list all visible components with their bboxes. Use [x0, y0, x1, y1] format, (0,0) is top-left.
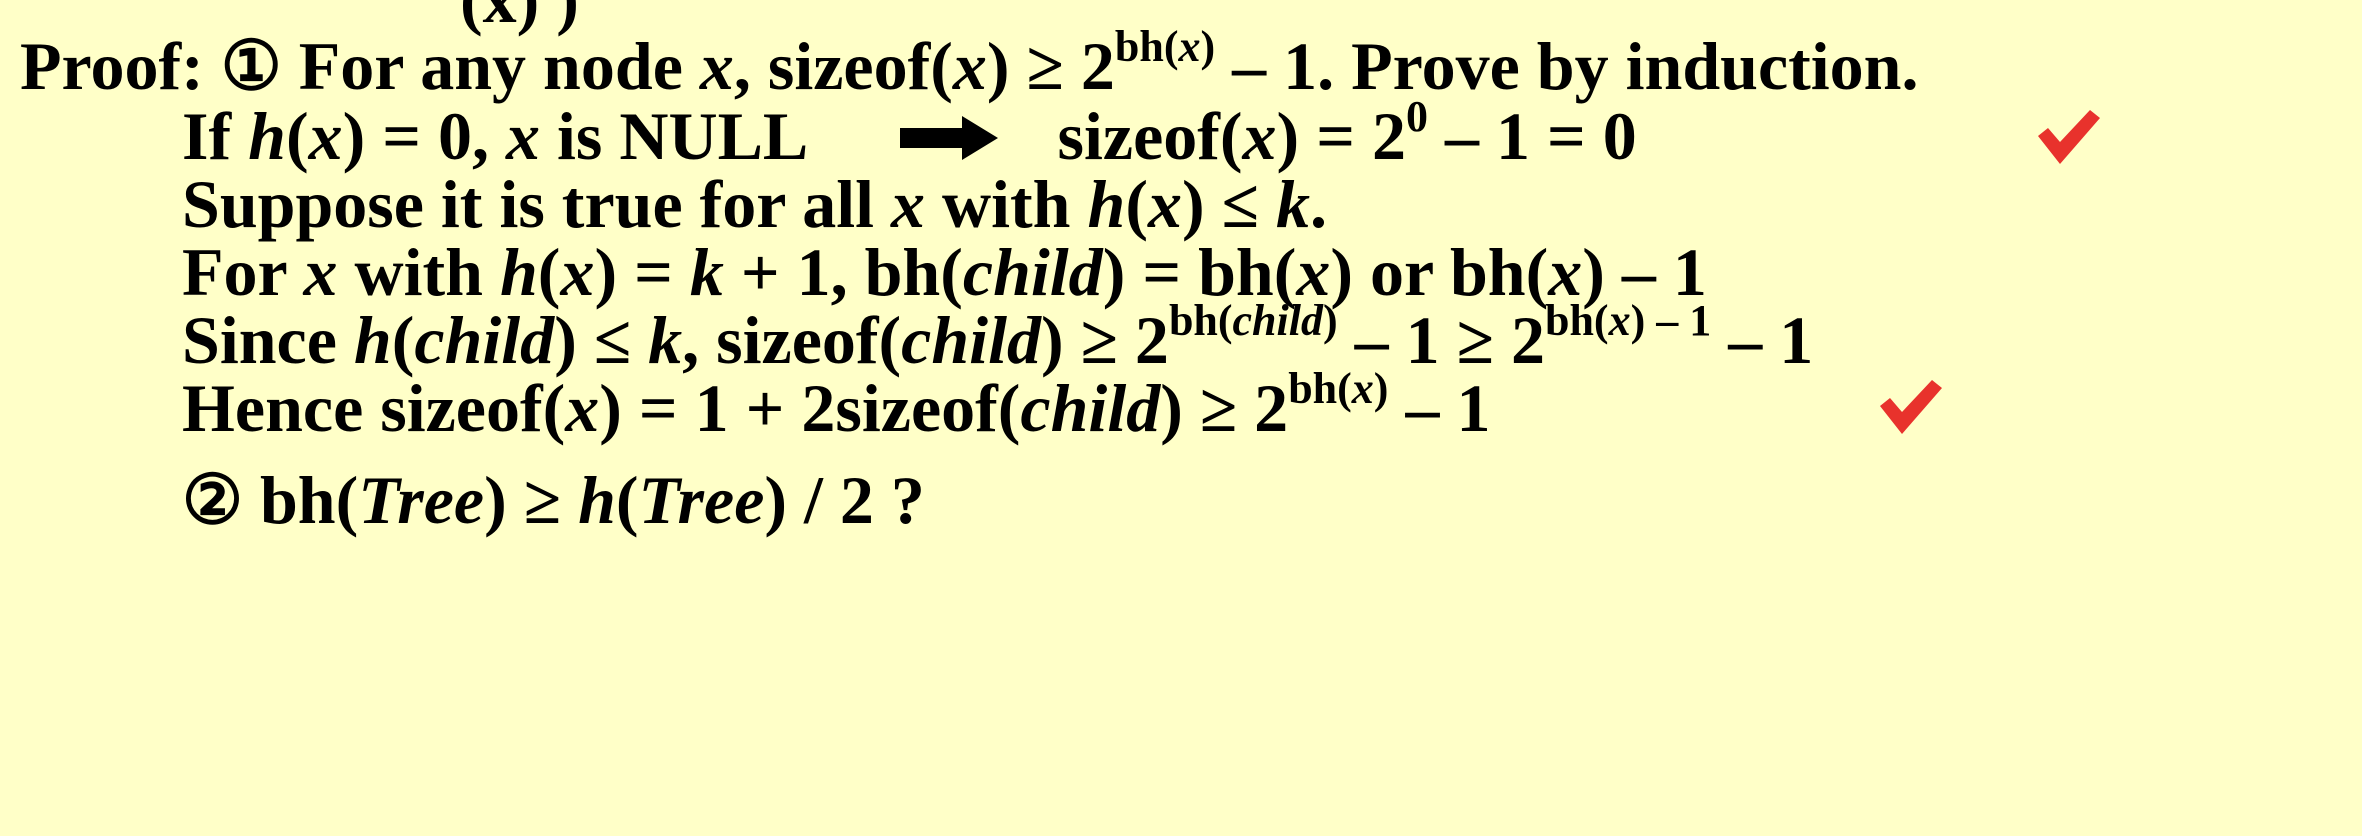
var-tree: Tree — [638, 462, 765, 538]
circled-number-1: ① — [220, 28, 282, 104]
exponent: bh(x) – 1 — [1544, 296, 1712, 346]
text: – 1 = 0 — [1427, 98, 1637, 174]
text: with — [925, 166, 1088, 242]
text: bh( — [242, 462, 359, 538]
text: ) or bh( — [1330, 234, 1549, 310]
exponent: bh(child) — [1168, 296, 1338, 346]
text: ) = 0, — [342, 98, 506, 174]
text: – 1 — [1388, 370, 1491, 446]
proof-line-5: Since h(child) ≤ k, sizeof(child) ≥ 2bh(… — [182, 299, 1813, 374]
var-k: k — [648, 302, 683, 378]
text: ) ≥ 2 — [1160, 370, 1289, 446]
proof-label: Proof: — [20, 28, 204, 104]
var-x: x — [952, 28, 987, 104]
text: , sizeof( — [733, 28, 953, 104]
var-k: k — [1275, 166, 1310, 242]
var-x: x — [1242, 98, 1277, 174]
text: ( — [391, 302, 415, 378]
var-x: x — [308, 98, 343, 174]
text: ( — [537, 234, 561, 310]
text: Hence sizeof( — [182, 370, 566, 446]
text: ) ≤ — [554, 302, 649, 378]
exponent: 0 — [1405, 92, 1428, 142]
text: , sizeof( — [682, 302, 902, 378]
var-x: x — [891, 166, 926, 242]
text: . — [1309, 166, 1327, 242]
text: If — [182, 98, 249, 174]
var-h: h — [353, 302, 392, 378]
var-child: child — [414, 302, 555, 378]
var-child: child — [1020, 370, 1161, 446]
text: For — [182, 234, 304, 310]
text: ( — [615, 462, 639, 538]
text: Suppose it is true for all — [182, 166, 892, 242]
check-icon — [2038, 110, 2100, 164]
text: Since — [182, 302, 354, 378]
text: ) ≥ 2 — [986, 28, 1115, 104]
var-k: k — [689, 234, 724, 310]
var-x: x — [699, 28, 734, 104]
exponent: bh(x) — [1114, 22, 1216, 72]
proof-line-7: ② bh(Tree) ≥ h(Tree) / 2 ? — [182, 466, 925, 534]
text: – 1. Prove by induction. — [1232, 28, 1919, 104]
text: ( — [1125, 166, 1148, 242]
proof-line-3: Suppose it is true for all x with h(x) ≤… — [182, 170, 1327, 238]
text: ) / 2 ? — [764, 462, 925, 538]
var-child: child — [901, 302, 1041, 378]
text: is NULL — [540, 98, 805, 174]
text: ) ≤ — [1181, 166, 1276, 242]
var-x: x — [303, 234, 338, 310]
var-x: x — [1147, 166, 1182, 242]
text: For any node — [298, 28, 683, 104]
var-x: x — [506, 98, 540, 174]
exponent: bh(x) — [1288, 364, 1389, 414]
var-x: x — [560, 234, 595, 310]
text: ( — [285, 98, 309, 174]
text: ) ≥ — [484, 462, 579, 538]
var-tree: Tree — [358, 462, 485, 538]
text: ) = 2 — [1276, 98, 1406, 174]
var-h: h — [1087, 166, 1126, 242]
proof-line-6: Hence sizeof(x) = 1 + 2sizeof(child) ≥ 2… — [182, 367, 1490, 442]
var-child: child — [962, 234, 1103, 310]
var-x: x — [565, 370, 600, 446]
text: sizeof( — [1057, 98, 1243, 174]
var-h: h — [578, 462, 616, 538]
text: ) ≥ 2 — [1040, 302, 1169, 378]
var-h: h — [499, 234, 538, 310]
var-h: h — [248, 98, 286, 174]
text: + 1, bh( — [723, 234, 963, 310]
proof-line-1: Proof: ① For any node x, sizeof(x) ≥ 2bh… — [20, 25, 1919, 100]
circled-number-2: ② — [182, 462, 243, 538]
text: ) = — [594, 234, 690, 310]
text: with — [337, 234, 500, 310]
text: – 1 — [1711, 302, 1814, 378]
proof-line-4: For x with h(x) = k + 1, bh(child) = bh(… — [182, 238, 1707, 306]
text: ) = 1 + 2sizeof( — [599, 370, 1021, 446]
check-icon — [1880, 380, 1942, 434]
right-arrow-icon — [899, 103, 998, 171]
